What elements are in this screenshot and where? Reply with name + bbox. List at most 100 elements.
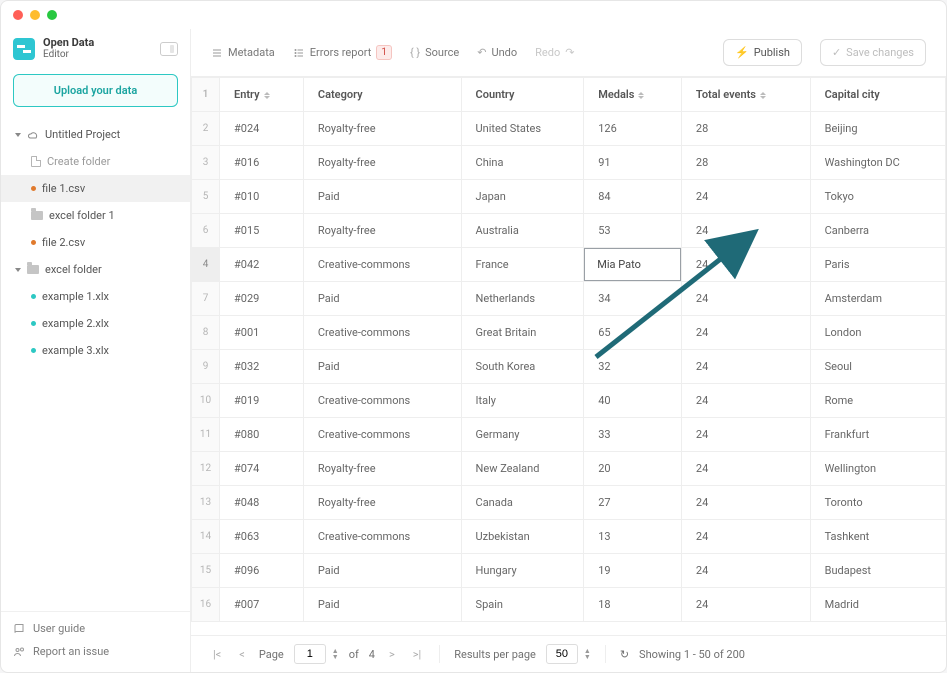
metadata-tab[interactable]: Metadata	[211, 46, 275, 59]
cell-country[interactable]: South Korea	[461, 350, 584, 384]
cell-category[interactable]: Royalty-free	[303, 146, 461, 180]
cell-category[interactable]: Royalty-free	[303, 486, 461, 520]
cell-medals[interactable]: 84	[584, 180, 682, 214]
cell-category[interactable]: Paid	[303, 180, 461, 214]
user-guide-link[interactable]: User guide	[13, 622, 178, 635]
cell-country[interactable]: Australia	[461, 214, 584, 248]
cell-medals[interactable]: 32	[584, 350, 682, 384]
errors-tab[interactable]: Errors report 1	[293, 45, 392, 60]
cell-events[interactable]: 24	[681, 554, 810, 588]
table-row[interactable]: 10#019Creative-commonsItaly4024Rome	[192, 384, 946, 418]
cell-country[interactable]: Germany	[461, 418, 584, 452]
cell-city[interactable]: Paris	[810, 248, 945, 282]
cell-medals[interactable]: 33	[584, 418, 682, 452]
cell-city[interactable]: Toronto	[810, 486, 945, 520]
cell-country[interactable]: Canada	[461, 486, 584, 520]
cell-category[interactable]: Paid	[303, 588, 461, 622]
cell-entry[interactable]: #096	[220, 554, 304, 588]
cell-medals[interactable]: 19	[584, 554, 682, 588]
cell-city[interactable]: Madrid	[810, 588, 945, 622]
cell-city[interactable]: Canberra	[810, 214, 945, 248]
cell-city[interactable]: Beijing	[810, 112, 945, 146]
table-row[interactable]: 2#024Royalty-freeUnited States12628Beiji…	[192, 112, 946, 146]
cell-events[interactable]: 24	[681, 486, 810, 520]
cell-entry[interactable]: #007	[220, 588, 304, 622]
cell-city[interactable]: London	[810, 316, 945, 350]
table-row[interactable]: 15#096PaidHungary1924Budapest	[192, 554, 946, 588]
cell-category[interactable]: Creative-commons	[303, 520, 461, 554]
cell-events[interactable]: 24	[681, 418, 810, 452]
cell-entry[interactable]: #016	[220, 146, 304, 180]
report-issue-link[interactable]: Report an issue	[13, 645, 178, 658]
table-row[interactable]: 5#010PaidJapan8424Tokyo	[192, 180, 946, 214]
undo-button[interactable]: ↶ Undo	[477, 46, 517, 59]
toggle-sidebar-icon[interactable]	[160, 42, 178, 56]
table-row[interactable]: 13#048Royalty-freeCanada2724Toronto	[192, 486, 946, 520]
cell-events[interactable]: 24	[681, 316, 810, 350]
cell-entry[interactable]: #024	[220, 112, 304, 146]
cell-country[interactable]: United States	[461, 112, 584, 146]
cell-city[interactable]: Budapest	[810, 554, 945, 588]
cell-medals[interactable]: 18	[584, 588, 682, 622]
window-close-icon[interactable]	[13, 10, 23, 20]
cell-category[interactable]: Royalty-free	[303, 214, 461, 248]
cell-medals[interactable]: 126	[584, 112, 682, 146]
sidebar-item-example2[interactable]: example 2.xlx	[1, 310, 190, 337]
table-row[interactable]: 6#015Royalty-freeAustralia5324Canberra	[192, 214, 946, 248]
refresh-icon[interactable]: ↻	[620, 648, 629, 661]
cell-medals[interactable]: 91	[584, 146, 682, 180]
cell-city[interactable]: Wellington	[810, 452, 945, 486]
cell-medals[interactable]: 27	[584, 486, 682, 520]
table-row[interactable]: 11#080Creative-commonsGermany3324Frankfu…	[192, 418, 946, 452]
table-row[interactable]: 16#007PaidSpain1824Madrid	[192, 588, 946, 622]
upload-button[interactable]: Upload your data	[13, 74, 178, 107]
cell-country[interactable]: Netherlands	[461, 282, 584, 316]
col-category[interactable]: Category	[303, 78, 461, 112]
page-first-button[interactable]: |<	[209, 646, 225, 663]
table-row[interactable]: 8#001Creative-commonsGreat Britain6524Lo…	[192, 316, 946, 350]
cell-medals[interactable]: 65	[584, 316, 682, 350]
cell-category[interactable]: Royalty-free	[303, 452, 461, 486]
cell-city[interactable]: Tashkent	[810, 520, 945, 554]
cell-city[interactable]: Amsterdam	[810, 282, 945, 316]
publish-button[interactable]: ⚡ Publish	[723, 39, 802, 66]
cell-events[interactable]: 28	[681, 112, 810, 146]
col-medals[interactable]: Medals	[584, 78, 682, 112]
page-input[interactable]	[294, 644, 326, 664]
table-row[interactable]: 4#042Creative-commonsFranceMia Pato24Par…	[192, 248, 946, 282]
col-entry[interactable]: Entry	[220, 78, 304, 112]
cell-medals[interactable]: 20	[584, 452, 682, 486]
page-prev-button[interactable]: <	[235, 646, 249, 663]
cell-country[interactable]: Uzbekistan	[461, 520, 584, 554]
cell-events[interactable]: 24	[681, 248, 810, 282]
page-stepper[interactable]: ▲▼	[332, 648, 339, 660]
sidebar-item-excel-folder1[interactable]: excel folder 1	[1, 202, 190, 229]
cell-medals[interactable]: 53	[584, 214, 682, 248]
cell-country[interactable]: Japan	[461, 180, 584, 214]
sidebar-item-excel-folder[interactable]: excel folder	[1, 256, 190, 283]
page-next-button[interactable]: >	[385, 646, 399, 663]
sidebar-item-file1[interactable]: file 1.csv	[1, 175, 190, 202]
cell-country[interactable]: China	[461, 146, 584, 180]
cell-entry[interactable]: #048	[220, 486, 304, 520]
table-row[interactable]: 12#074Royalty-freeNew Zealand2024Welling…	[192, 452, 946, 486]
cell-category[interactable]: Royalty-free	[303, 112, 461, 146]
cell-entry[interactable]: #015	[220, 214, 304, 248]
cell-country[interactable]: France	[461, 248, 584, 282]
page-last-button[interactable]: >|	[409, 646, 425, 663]
sidebar-item-example3[interactable]: example 3.xlx	[1, 337, 190, 364]
cell-events[interactable]: 24	[681, 282, 810, 316]
cell-country[interactable]: Spain	[461, 588, 584, 622]
cell-events[interactable]: 24	[681, 520, 810, 554]
cell-entry[interactable]: #010	[220, 180, 304, 214]
rpp-input[interactable]	[546, 644, 578, 664]
cell-events[interactable]: 24	[681, 214, 810, 248]
cell-entry[interactable]: #063	[220, 520, 304, 554]
cell-city[interactable]: Washington DC	[810, 146, 945, 180]
table-row[interactable]: 7#029PaidNetherlands3424Amsterdam	[192, 282, 946, 316]
cell-city[interactable]: Frankfurt	[810, 418, 945, 452]
create-folder-action[interactable]: Create folder	[1, 148, 190, 175]
cell-events[interactable]: 24	[681, 452, 810, 486]
table-row[interactable]: 3#016Royalty-freeChina9128Washington DC	[192, 146, 946, 180]
cell-events[interactable]: 24	[681, 350, 810, 384]
